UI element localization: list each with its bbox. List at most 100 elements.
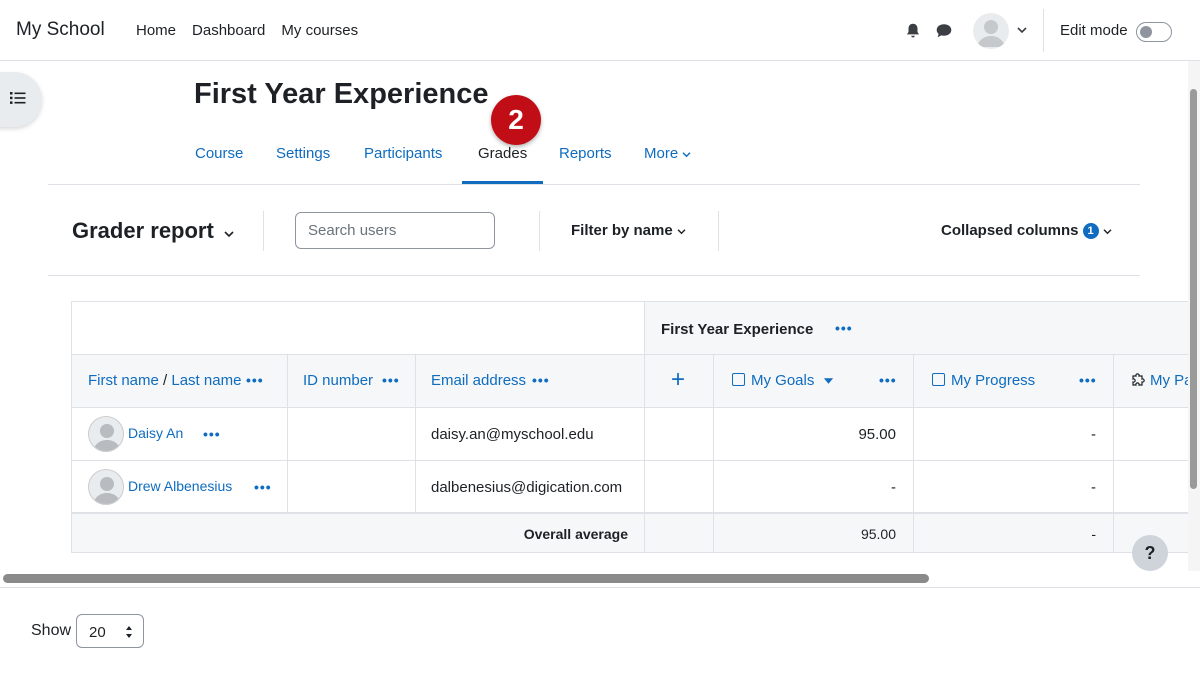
user-avatar[interactable]: [973, 13, 1009, 49]
id-column-actions-menu[interactable]: •••: [382, 372, 400, 388]
email-value: dalbenesius@digication.com: [431, 479, 623, 496]
nav-my-courses[interactable]: My courses: [281, 22, 358, 39]
category-header-cell: First Year Experience •••: [645, 301, 1188, 355]
bell-icon[interactable]: [904, 22, 922, 40]
top-navbar: My School Home Dashboard My courses Edit…: [0, 0, 1200, 61]
chevron-down-icon: [677, 229, 686, 235]
nav-home[interactable]: Home: [136, 22, 176, 39]
sort-email-link[interactable]: Email address: [431, 372, 526, 389]
collapsed-columns-label: Collapsed columns: [941, 222, 1079, 239]
site-brand[interactable]: My School: [16, 19, 105, 41]
column-header-add: +: [645, 355, 714, 408]
avatar: [88, 469, 124, 505]
navbar-divider: [1043, 9, 1044, 52]
tab-grades[interactable]: Grades: [478, 145, 527, 162]
column-header-name: First name / Last name •••: [71, 355, 288, 408]
column-header-id: ID number •••: [288, 355, 416, 408]
puzzle-icon: [1132, 373, 1145, 386]
user-cell: Drew Albenesius •••: [71, 461, 288, 514]
sort-first-name-link[interactable]: First name: [88, 372, 159, 389]
select-arrows-icon: [126, 626, 132, 638]
step-number-badge: 2: [491, 95, 541, 145]
grader-report-title: Grader report: [72, 218, 214, 243]
separator: [263, 211, 264, 251]
chevron-down-icon[interactable]: [1017, 26, 1027, 34]
user-name-link[interactable]: Drew Albenesius: [128, 478, 232, 494]
tab-reports[interactable]: Reports: [559, 145, 612, 162]
grade-value: -: [891, 479, 896, 496]
user-cell: Daisy An •••: [71, 408, 288, 461]
separator: [718, 211, 719, 251]
per-page-select[interactable]: 20: [76, 614, 144, 648]
empty-cell: [645, 514, 714, 553]
grade-cell[interactable]: [1114, 461, 1188, 514]
grade-value: -: [1091, 426, 1096, 443]
tab-course[interactable]: Course: [195, 145, 243, 162]
grade-cell[interactable]: 95.00: [714, 408, 914, 461]
add-icon[interactable]: +: [671, 366, 685, 394]
user-actions-menu[interactable]: •••: [203, 426, 221, 442]
tab-participants[interactable]: Participants: [364, 145, 442, 162]
course-index-toggle[interactable]: [0, 72, 42, 127]
assignment-icon: [732, 373, 745, 386]
category-actions-menu[interactable]: •••: [835, 320, 853, 336]
average-value: 95.00: [860, 526, 896, 542]
page-title: First Year Experience: [194, 78, 489, 110]
grade-cell[interactable]: [1114, 408, 1188, 461]
horizontal-scrollbar[interactable]: [0, 573, 1188, 587]
column-header-email: Email address •••: [416, 355, 645, 408]
email-value: daisy.an@myschool.edu: [431, 426, 594, 443]
my-progress-link[interactable]: My Progress: [951, 372, 1035, 389]
grade-cell[interactable]: -: [914, 408, 1114, 461]
search-users-input[interactable]: [295, 212, 495, 249]
category-title: First Year Experience: [661, 321, 814, 338]
table-corner-cell: [71, 301, 645, 355]
filter-by-name-button[interactable]: Filter by name: [571, 222, 686, 239]
email-cell: dalbenesius@digication.com: [416, 461, 645, 514]
grade-cell[interactable]: -: [714, 461, 914, 514]
empty-cell: [645, 408, 714, 461]
edit-mode-label: Edit mode: [1060, 22, 1128, 39]
grade-value: -: [1091, 479, 1096, 496]
partial-column-link[interactable]: My Pa: [1150, 372, 1188, 389]
average-cell: -: [914, 514, 1114, 553]
id-cell: [288, 408, 416, 461]
list-icon: [10, 92, 26, 104]
tab-more-label: More: [644, 145, 679, 162]
nav-dashboard[interactable]: Dashboard: [192, 22, 265, 39]
chevron-down-icon: [682, 152, 691, 158]
collapsed-columns-button[interactable]: Collapsed columns 1: [941, 222, 1112, 239]
sort-id-number-link[interactable]: ID number: [303, 372, 373, 389]
filter-by-name-label: Filter by name: [571, 222, 673, 239]
user-name-link[interactable]: Daisy An: [128, 425, 183, 441]
sort-last-name-link[interactable]: Last name: [171, 372, 241, 389]
show-label: Show: [31, 622, 72, 639]
avatar: [88, 416, 124, 452]
tab-more[interactable]: More: [644, 145, 691, 162]
sort-desc-icon[interactable]: [823, 377, 834, 385]
grader-report-selector[interactable]: Grader report: [72, 218, 234, 244]
collapsed-count-badge: 1: [1082, 223, 1099, 239]
column-header-my-progress: My Progress •••: [914, 355, 1114, 408]
name-column-actions-menu[interactable]: •••: [246, 372, 264, 388]
user-actions-menu[interactable]: •••: [254, 479, 272, 495]
help-button[interactable]: ?: [1132, 535, 1168, 571]
my-goals-link[interactable]: My Goals: [751, 372, 814, 389]
tab-settings[interactable]: Settings: [276, 145, 330, 162]
grader-table: First Year Experience ••• First name / L…: [71, 301, 1188, 553]
vertical-scrollbar[interactable]: [1188, 61, 1200, 571]
my-goals-actions-menu[interactable]: •••: [879, 372, 897, 388]
chat-icon[interactable]: [935, 22, 953, 40]
chevron-down-icon: [1103, 229, 1112, 235]
my-progress-actions-menu[interactable]: •••: [1079, 372, 1097, 388]
active-tab-indicator: [462, 181, 543, 184]
email-cell: daisy.an@myschool.edu: [416, 408, 645, 461]
email-column-actions-menu[interactable]: •••: [532, 372, 550, 388]
average-label-cell: Overall average: [71, 514, 645, 553]
footer-divider: [0, 587, 1200, 588]
grade-cell[interactable]: -: [914, 461, 1114, 514]
edit-mode-toggle[interactable]: [1136, 22, 1172, 42]
overall-average-label: Overall average: [523, 526, 628, 542]
primary-nav: Home Dashboard My courses: [136, 22, 358, 39]
separator: [539, 211, 540, 251]
